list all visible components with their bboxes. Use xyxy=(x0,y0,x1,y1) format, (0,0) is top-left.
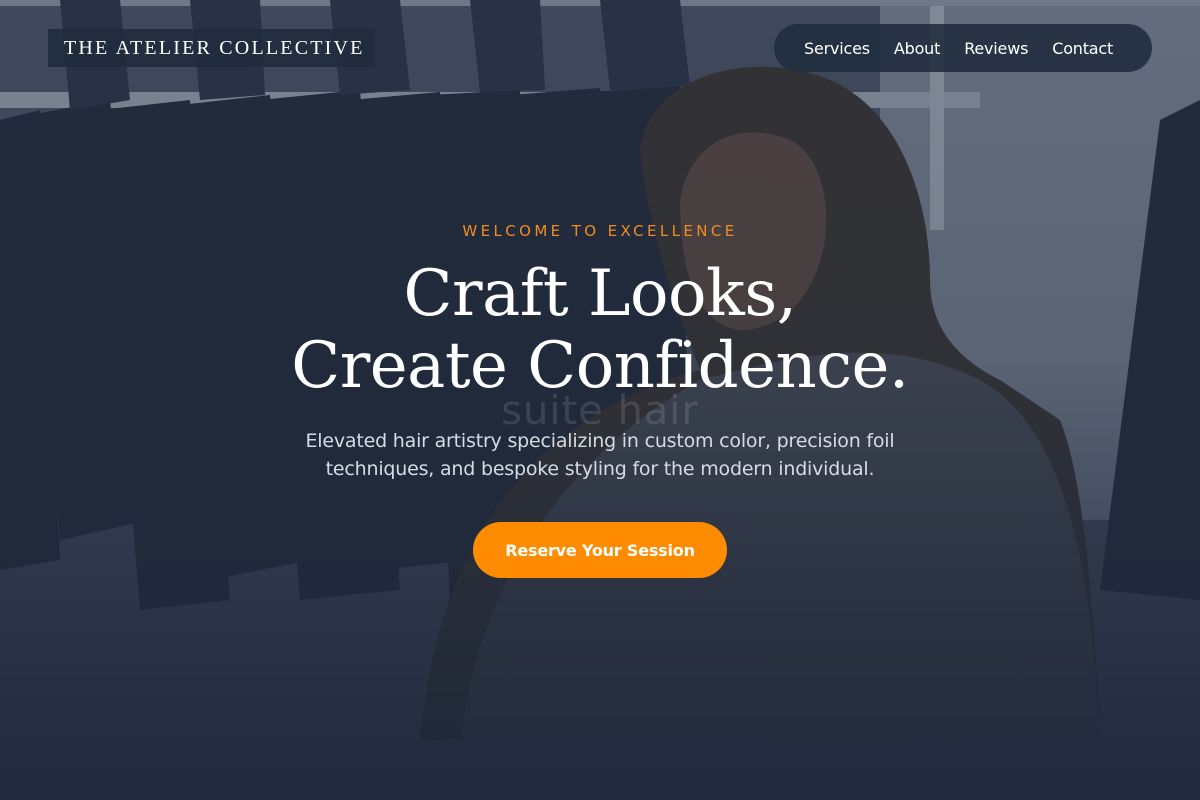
nav-link-reviews[interactable]: Reviews xyxy=(964,39,1028,58)
reserve-session-button[interactable]: Reserve Your Session xyxy=(473,522,727,578)
hero-headline: Craft Looks, Create Confidence. xyxy=(0,258,1200,402)
brand-logo[interactable]: THE ATELIER COLLECTIVE xyxy=(48,29,375,67)
nav-link-services[interactable]: Services xyxy=(804,39,870,58)
hero-eyebrow: WELCOME TO EXCELLENCE xyxy=(462,222,738,240)
hero-subtitle: Elevated hair artistry specializing in c… xyxy=(305,430,895,480)
hero-section: THE ATELIER COLLECTIVE Services About Re… xyxy=(0,0,1200,800)
main-navigation: Services About Reviews Contact xyxy=(774,24,1152,72)
nav-link-about[interactable]: About xyxy=(894,39,941,58)
hero-headline-line-1: Craft Looks, xyxy=(403,257,798,331)
brand-logo-text: THE ATELIER COLLECTIVE xyxy=(64,36,365,59)
nav-link-contact[interactable]: Contact xyxy=(1052,39,1113,58)
